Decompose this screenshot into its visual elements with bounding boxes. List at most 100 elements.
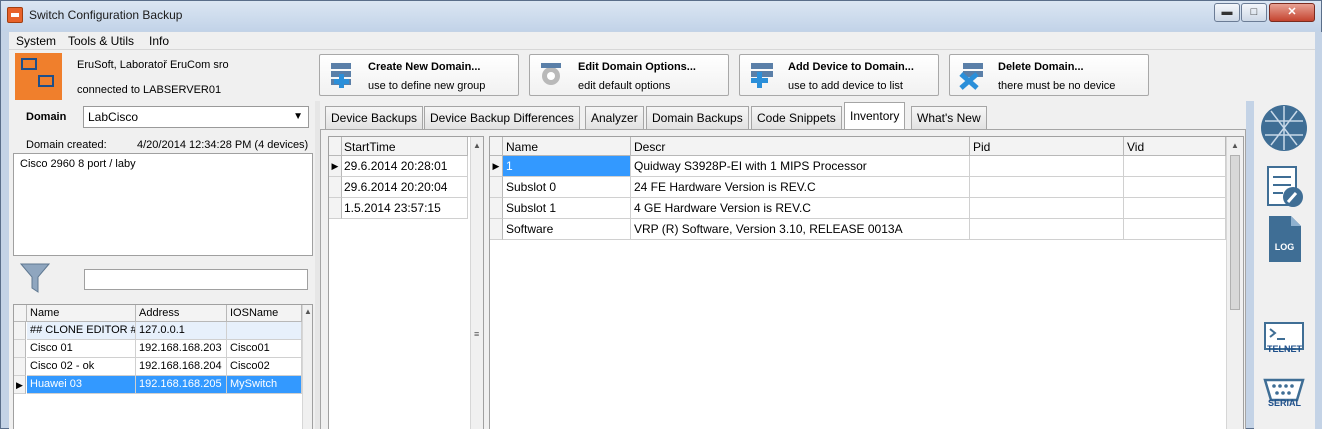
delete-domain-button[interactable]: Delete Domain... there must be no device: [949, 54, 1149, 96]
tab-domain-backups[interactable]: Domain Backups: [646, 106, 749, 129]
col-header-iosname[interactable]: IOSName: [227, 305, 302, 322]
title-bar[interactable]: Switch Configuration Backup ▬ □ ✕: [1, 1, 1321, 31]
device-filter-input[interactable]: [84, 269, 308, 290]
telnet-terminal-icon[interactable]: [1259, 316, 1309, 366]
col-header-pid[interactable]: Pid: [970, 137, 1124, 156]
col-header-descr[interactable]: Descr: [631, 137, 970, 156]
inventory-row-selected[interactable]: ▶ 1 Quidway S3928P-EI with 1 MIPS Proces…: [490, 156, 1226, 177]
device-ios-cell: [227, 322, 302, 340]
window-border: [1315, 32, 1322, 429]
network-globe-icon[interactable]: [1259, 103, 1309, 153]
current-row-arrow-icon: ▶: [14, 376, 26, 394]
edit-domain-options-button[interactable]: Edit Domain Options... edit default opti…: [529, 54, 729, 96]
inventory-name-cell: Software: [503, 219, 631, 240]
domain-select-value: LabCisco: [88, 110, 139, 124]
inventory-row[interactable]: Software VRP (R) Software, Version 3.10,…: [490, 219, 1226, 240]
row-indicator: [490, 198, 503, 219]
inventory-pid-cell: [970, 219, 1124, 240]
tab-strip: Device Backups Device Backup Differences…: [320, 101, 1246, 130]
domain-created-value: 4/20/2014 12:34:28 PM (4 devices): [137, 139, 309, 151]
row-indicator: [14, 340, 26, 358]
tab-code-snippets[interactable]: Code Snippets: [751, 106, 842, 129]
close-button[interactable]: ✕: [1269, 3, 1315, 22]
serial-caption: SERIAL: [1267, 398, 1301, 408]
scroll-thumb[interactable]: [1230, 155, 1240, 310]
toolbar: EruSoft, Laboratoř EruCom sro connected …: [9, 50, 1315, 101]
logo-screen-icon: [38, 75, 54, 87]
domain-created-label: Domain created:: [26, 139, 107, 151]
inventory-descr-cell: 24 FE Hardware Version is REV.C: [631, 177, 970, 198]
create-domain-button[interactable]: Create New Domain... use to define new g…: [319, 54, 519, 96]
tab-device-backups[interactable]: Device Backups: [325, 106, 424, 129]
serial-port-icon[interactable]: [1259, 369, 1309, 419]
document-edit-icon[interactable]: [1259, 163, 1309, 213]
device-grid[interactable]: Name Address IOSName ## CLONE EDITOR ## …: [13, 304, 313, 429]
delete-domain-subtitle: there must be no device: [998, 80, 1116, 92]
scroll-up-icon[interactable]: ▲: [303, 305, 312, 319]
scroll-grip-icon[interactable]: ≡: [474, 329, 479, 339]
device-row[interactable]: Cisco 02 - ok 192.168.168.204 Cisco02: [14, 358, 302, 376]
row-indicator: [329, 177, 342, 198]
app-window: Switch Configuration Backup ▬ □ ✕ System…: [0, 0, 1322, 429]
domain-description[interactable]: Cisco 2960 8 port / laby: [13, 153, 313, 256]
inventory-row[interactable]: Subslot 1 4 GE Hardware Version is REV.C: [490, 198, 1226, 219]
device-name-cell: Cisco 01: [27, 340, 136, 358]
current-row-arrow-icon: ▶: [490, 156, 503, 177]
tab-analyzer[interactable]: Analyzer: [585, 106, 644, 129]
inventory-vid-cell: [1124, 156, 1226, 177]
backup-time-cell: 29.6.2014 20:20:04: [342, 177, 468, 198]
right-tool-bar: LOG TELNET SERIAL: [1254, 101, 1315, 429]
delete-domain-title: Delete Domain...: [998, 61, 1084, 73]
domain-label: Domain: [26, 111, 67, 123]
chevron-down-icon: ▼: [293, 111, 303, 122]
log-file-icon[interactable]: [1259, 214, 1309, 264]
backup-row[interactable]: 29.6.2014 20:20:04: [329, 177, 469, 198]
inventory-grid-scrollbar[interactable]: ▲: [1226, 137, 1243, 429]
filter-icon[interactable]: [20, 262, 50, 294]
inventory-tab-content: StartTime ▶ 29.6.2014 20:28:01 29.6.2014…: [320, 129, 1246, 429]
device-row[interactable]: ## CLONE EDITOR ## 127.0.0.1: [14, 322, 302, 340]
menu-bar: System Tools & Utils Info: [9, 32, 1315, 50]
connection-status: connected to LABSERVER01: [77, 84, 222, 96]
inventory-pid-cell: [970, 198, 1124, 219]
tab-device-backup-differences[interactable]: Device Backup Differences: [424, 106, 580, 129]
backup-row[interactable]: 1.5.2014 23:57:15: [329, 198, 469, 219]
tab-whats-new[interactable]: What's New: [911, 106, 987, 129]
scroll-up-icon[interactable]: ▲: [1227, 139, 1243, 153]
col-header-name[interactable]: Name: [503, 137, 631, 156]
backup-list-grid[interactable]: StartTime ▶ 29.6.2014 20:28:01 29.6.2014…: [328, 136, 484, 429]
scroll-up-icon[interactable]: ▲: [471, 139, 483, 153]
menu-tools-utils[interactable]: Tools & Utils: [68, 34, 134, 48]
device-address-cell: 192.168.168.205: [136, 376, 227, 394]
tab-inventory[interactable]: Inventory: [844, 102, 906, 130]
device-row-selected[interactable]: ▶ Huawei 03 192.168.168.205 MySwitch: [14, 376, 302, 394]
col-header-vid[interactable]: Vid: [1124, 137, 1226, 156]
create-domain-title: Create New Domain...: [368, 61, 481, 73]
col-header-starttime[interactable]: StartTime: [342, 137, 468, 156]
domain-panel: Domain LabCisco ▼ Domain created: 4/20/2…: [9, 101, 315, 429]
backup-row-selected[interactable]: ▶ 29.6.2014 20:28:01: [329, 156, 469, 177]
add-device-subtitle: use to add device to list: [788, 80, 903, 92]
inventory-row[interactable]: Subslot 0 24 FE Hardware Version is REV.…: [490, 177, 1226, 198]
col-header-name[interactable]: Name: [27, 305, 136, 322]
device-grid-scrollbar[interactable]: ▲: [302, 305, 312, 429]
inventory-descr-cell: 4 GE Hardware Version is REV.C: [631, 198, 970, 219]
inventory-name-cell: Subslot 1: [503, 198, 631, 219]
device-address-cell: 127.0.0.1: [136, 322, 227, 340]
menu-info[interactable]: Info: [149, 34, 169, 48]
device-row[interactable]: Cisco 01 192.168.168.203 Cisco01: [14, 340, 302, 358]
col-header-address[interactable]: Address: [136, 305, 227, 322]
create-domain-subtitle: use to define new group: [368, 80, 486, 92]
add-device-button[interactable]: Add Device to Domain... use to add devic…: [739, 54, 939, 96]
minimize-button[interactable]: ▬: [1214, 3, 1240, 22]
row-indicator: [14, 322, 26, 340]
device-name-cell: Huawei 03: [27, 376, 136, 394]
device-ios-cell: Cisco02: [227, 358, 302, 376]
domain-select[interactable]: LabCisco ▼: [83, 106, 309, 128]
maximize-button[interactable]: □: [1241, 3, 1267, 22]
logo-screen-icon: [21, 58, 37, 70]
menu-system[interactable]: System: [16, 34, 56, 48]
backup-list-scrollbar[interactable]: ▲ ≡: [470, 137, 483, 429]
inventory-grid[interactable]: Name Descr Pid Vid ▶ 1 Quidway S3928P-EI…: [489, 136, 1244, 429]
device-add-icon: [751, 63, 773, 88]
